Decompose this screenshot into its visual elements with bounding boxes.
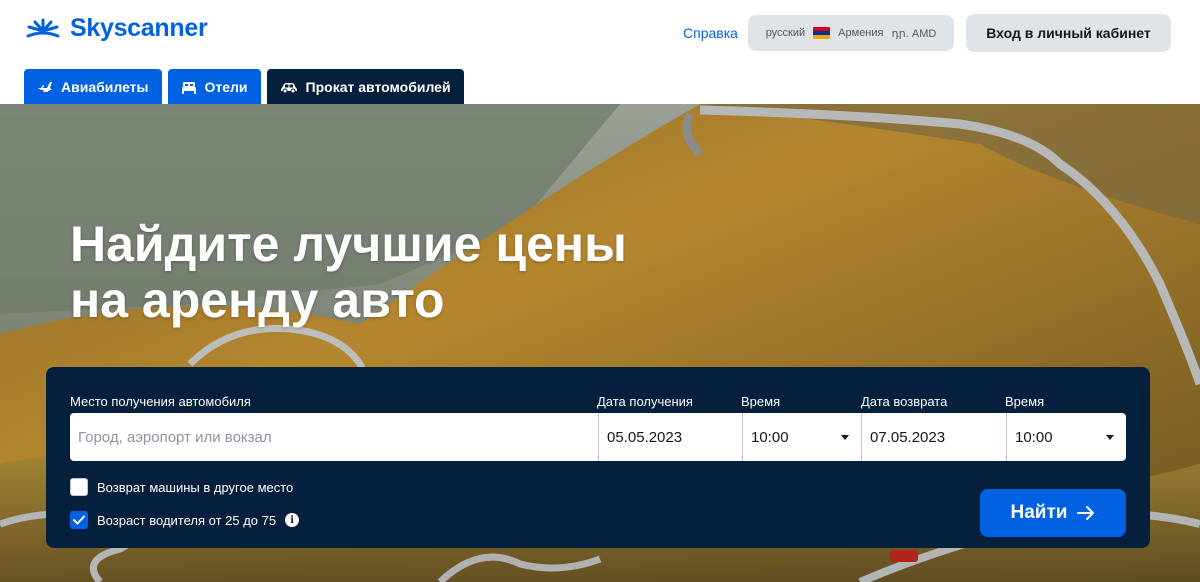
return-time-label: Время	[1005, 394, 1045, 409]
armenia-flag-icon	[813, 27, 831, 39]
pickup-date-field[interactable]: 05.05.2023	[599, 413, 743, 461]
tab-flights-label: Авиабилеты	[61, 78, 149, 95]
product-tabs: Авиабилеты Отели Прокат автомобилей	[24, 69, 464, 104]
plane-icon	[38, 81, 52, 92]
bed-icon	[181, 81, 196, 94]
currency-label: դր. AMD	[891, 27, 937, 40]
tab-hotels[interactable]: Отели	[167, 69, 261, 104]
logo-text: Skyscanner	[70, 14, 208, 42]
tab-hotels-label: Отели	[204, 78, 248, 95]
pickup-date-label: Дата получения	[597, 394, 693, 409]
site-header: Skyscanner Справка русский Армения դր. A…	[0, 0, 1200, 104]
search-fields: Город, аэропорт или вокзал 05.05.2023 10…	[70, 413, 1126, 461]
different-return-option[interactable]: Возврат машины в другое место	[70, 478, 293, 496]
return-date-field[interactable]: 07.05.2023	[862, 413, 1007, 461]
hero-headline-line2: на аренду авто	[70, 272, 445, 328]
help-link[interactable]: Справка	[683, 25, 738, 41]
search-button-label: Найти	[1010, 502, 1068, 523]
car-hire-search-panel: Место получения автомобиля Дата получени…	[46, 367, 1150, 548]
tab-flights[interactable]: Авиабилеты	[24, 69, 162, 104]
return-date-label: Дата возврата	[861, 394, 948, 409]
checkmark-icon	[73, 515, 85, 525]
tab-car-hire[interactable]: Прокат автомобилей	[266, 69, 464, 104]
login-button[interactable]: Вход в личный кабинет	[966, 14, 1171, 52]
pickup-location-label: Место получения автомобиля	[70, 394, 251, 409]
different-return-checkbox[interactable]	[70, 478, 88, 496]
pickup-time-value: 10:00	[751, 428, 789, 446]
pickup-time-label: Время	[741, 394, 781, 409]
pickup-time-select[interactable]: 10:00	[743, 413, 862, 461]
hero-headline-line1: Найдите лучшие цены	[70, 216, 627, 272]
chevron-down-icon	[841, 434, 849, 440]
driver-age-checkbox[interactable]	[70, 511, 88, 529]
different-return-label: Возврат машины в другое место	[97, 479, 294, 495]
driver-age-option[interactable]: Возраст водителя от 25 до 75 i	[70, 511, 300, 529]
info-icon[interactable]: i	[285, 513, 300, 527]
locale-selector[interactable]: русский Армения դր. AMD	[748, 15, 954, 51]
tab-car-hire-label: Прокат автомобилей	[305, 78, 451, 95]
skyscanner-logo[interactable]: Skyscanner	[24, 14, 208, 43]
arrow-right-icon	[1077, 506, 1095, 520]
return-time-value: 10:00	[1015, 428, 1053, 446]
driver-age-label: Возраст водителя от 25 до 75	[97, 512, 277, 528]
country-label: Армения	[838, 27, 884, 39]
pickup-location-input[interactable]: Город, аэропорт или вокзал	[70, 413, 599, 461]
hero-headline: Найдите лучшие цены на аренду авто	[70, 216, 627, 328]
return-time-select[interactable]: 10:00	[1007, 413, 1126, 461]
car-icon	[280, 82, 297, 93]
sunrise-logo-icon	[26, 18, 60, 37]
chevron-down-icon	[1106, 434, 1114, 440]
search-button[interactable]: Найти	[980, 489, 1126, 537]
language-label: русский	[765, 27, 806, 39]
